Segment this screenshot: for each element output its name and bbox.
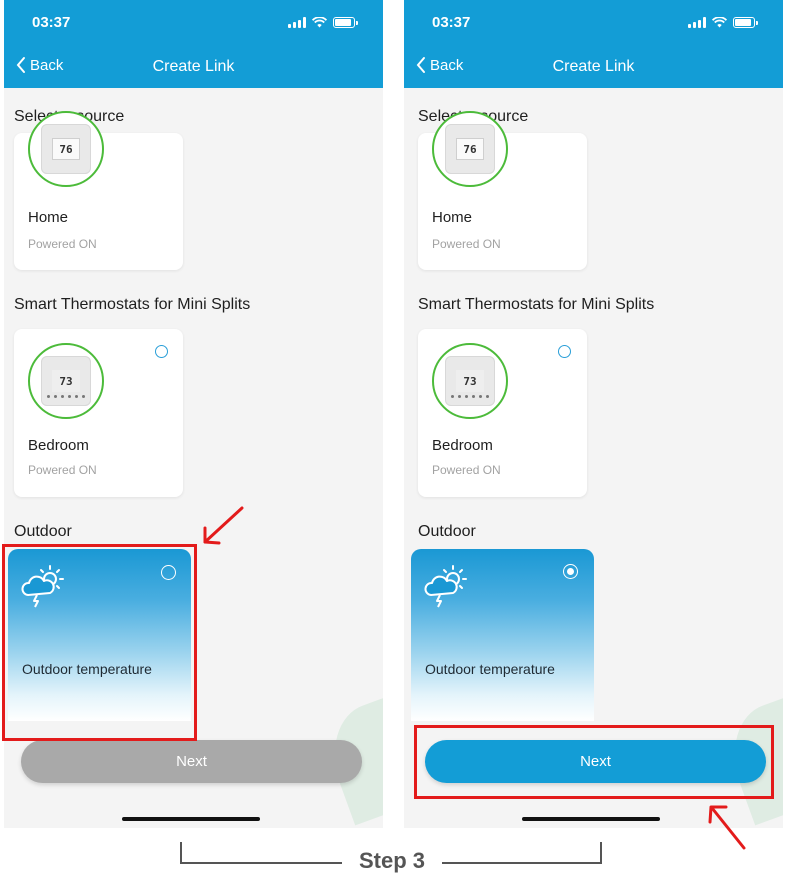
device-card-bedroom[interactable]: 73 Bedroom Powered ON [418,329,587,497]
highlight-next-button [414,725,774,799]
device-name: Home [432,209,473,226]
status-time: 03:37 [432,14,471,31]
thermostat-image: 76 [28,111,104,187]
device-reading: 76 [52,138,80,160]
cellular-signal-icon [688,16,706,28]
status-icons [288,15,358,29]
device-reading: 73 [456,370,484,392]
thermostat-image: 76 [432,111,508,187]
home-indicator [122,817,260,821]
device-reading: 76 [456,138,484,160]
section-title-outdoor: Outdoor [14,523,72,540]
device-name: Bedroom [28,437,89,454]
thermostat-image: 73 [432,343,508,419]
page-title: Create Link [152,58,235,75]
app-header: 03:37 Back Create Link [4,0,383,88]
battery-icon [733,16,758,28]
cellular-signal-icon [288,16,306,28]
wifi-icon [712,16,727,27]
device-reading: 73 [52,370,80,392]
outdoor-label: Outdoor temperature [425,661,555,677]
home-indicator [522,817,660,821]
wifi-icon [312,16,327,27]
app-header: 03:37 Back Create Link [404,0,783,88]
device-card-home[interactable]: 76 Home Powered ON [418,111,587,270]
arrow-icon [708,805,746,850]
device-status: Powered ON [432,463,501,477]
device-name: Bedroom [432,437,493,454]
outdoor-card[interactable]: Outdoor temperature [411,549,594,721]
device-name: Home [28,209,69,226]
radio-outdoor-selected[interactable] [563,564,578,579]
section-title-mini-splits: Smart Thermostats for Mini Splits [14,296,251,313]
partly-cloudy-storm-icon [424,565,467,608]
device-card-bedroom[interactable]: 73 Bedroom Powered ON [14,329,183,497]
step-label-wrap: Step 3 [342,848,442,874]
radio-bedroom[interactable] [558,345,571,358]
device-status: Powered ON [28,237,97,251]
status-time: 03:37 [32,14,71,31]
section-title-mini-splits: Smart Thermostats for Mini Splits [418,296,655,313]
step-label: Step 3 [358,848,426,873]
device-status: Powered ON [28,463,97,477]
next-button[interactable]: Next [21,740,362,783]
battery-icon [333,16,358,28]
highlight-outdoor-card [2,544,197,741]
radio-bedroom[interactable] [155,345,168,358]
status-icons [688,15,758,29]
device-card-home[interactable]: 76 Home Powered ON [14,111,183,270]
thermostat-image: 73 [28,343,104,419]
device-status: Powered ON [432,237,501,251]
phone-screen-after: 03:37 Back Create Link Select a source 7… [404,0,783,828]
arrow-icon [203,506,244,545]
section-title-outdoor: Outdoor [418,523,476,540]
page-title: Create Link [552,58,635,75]
